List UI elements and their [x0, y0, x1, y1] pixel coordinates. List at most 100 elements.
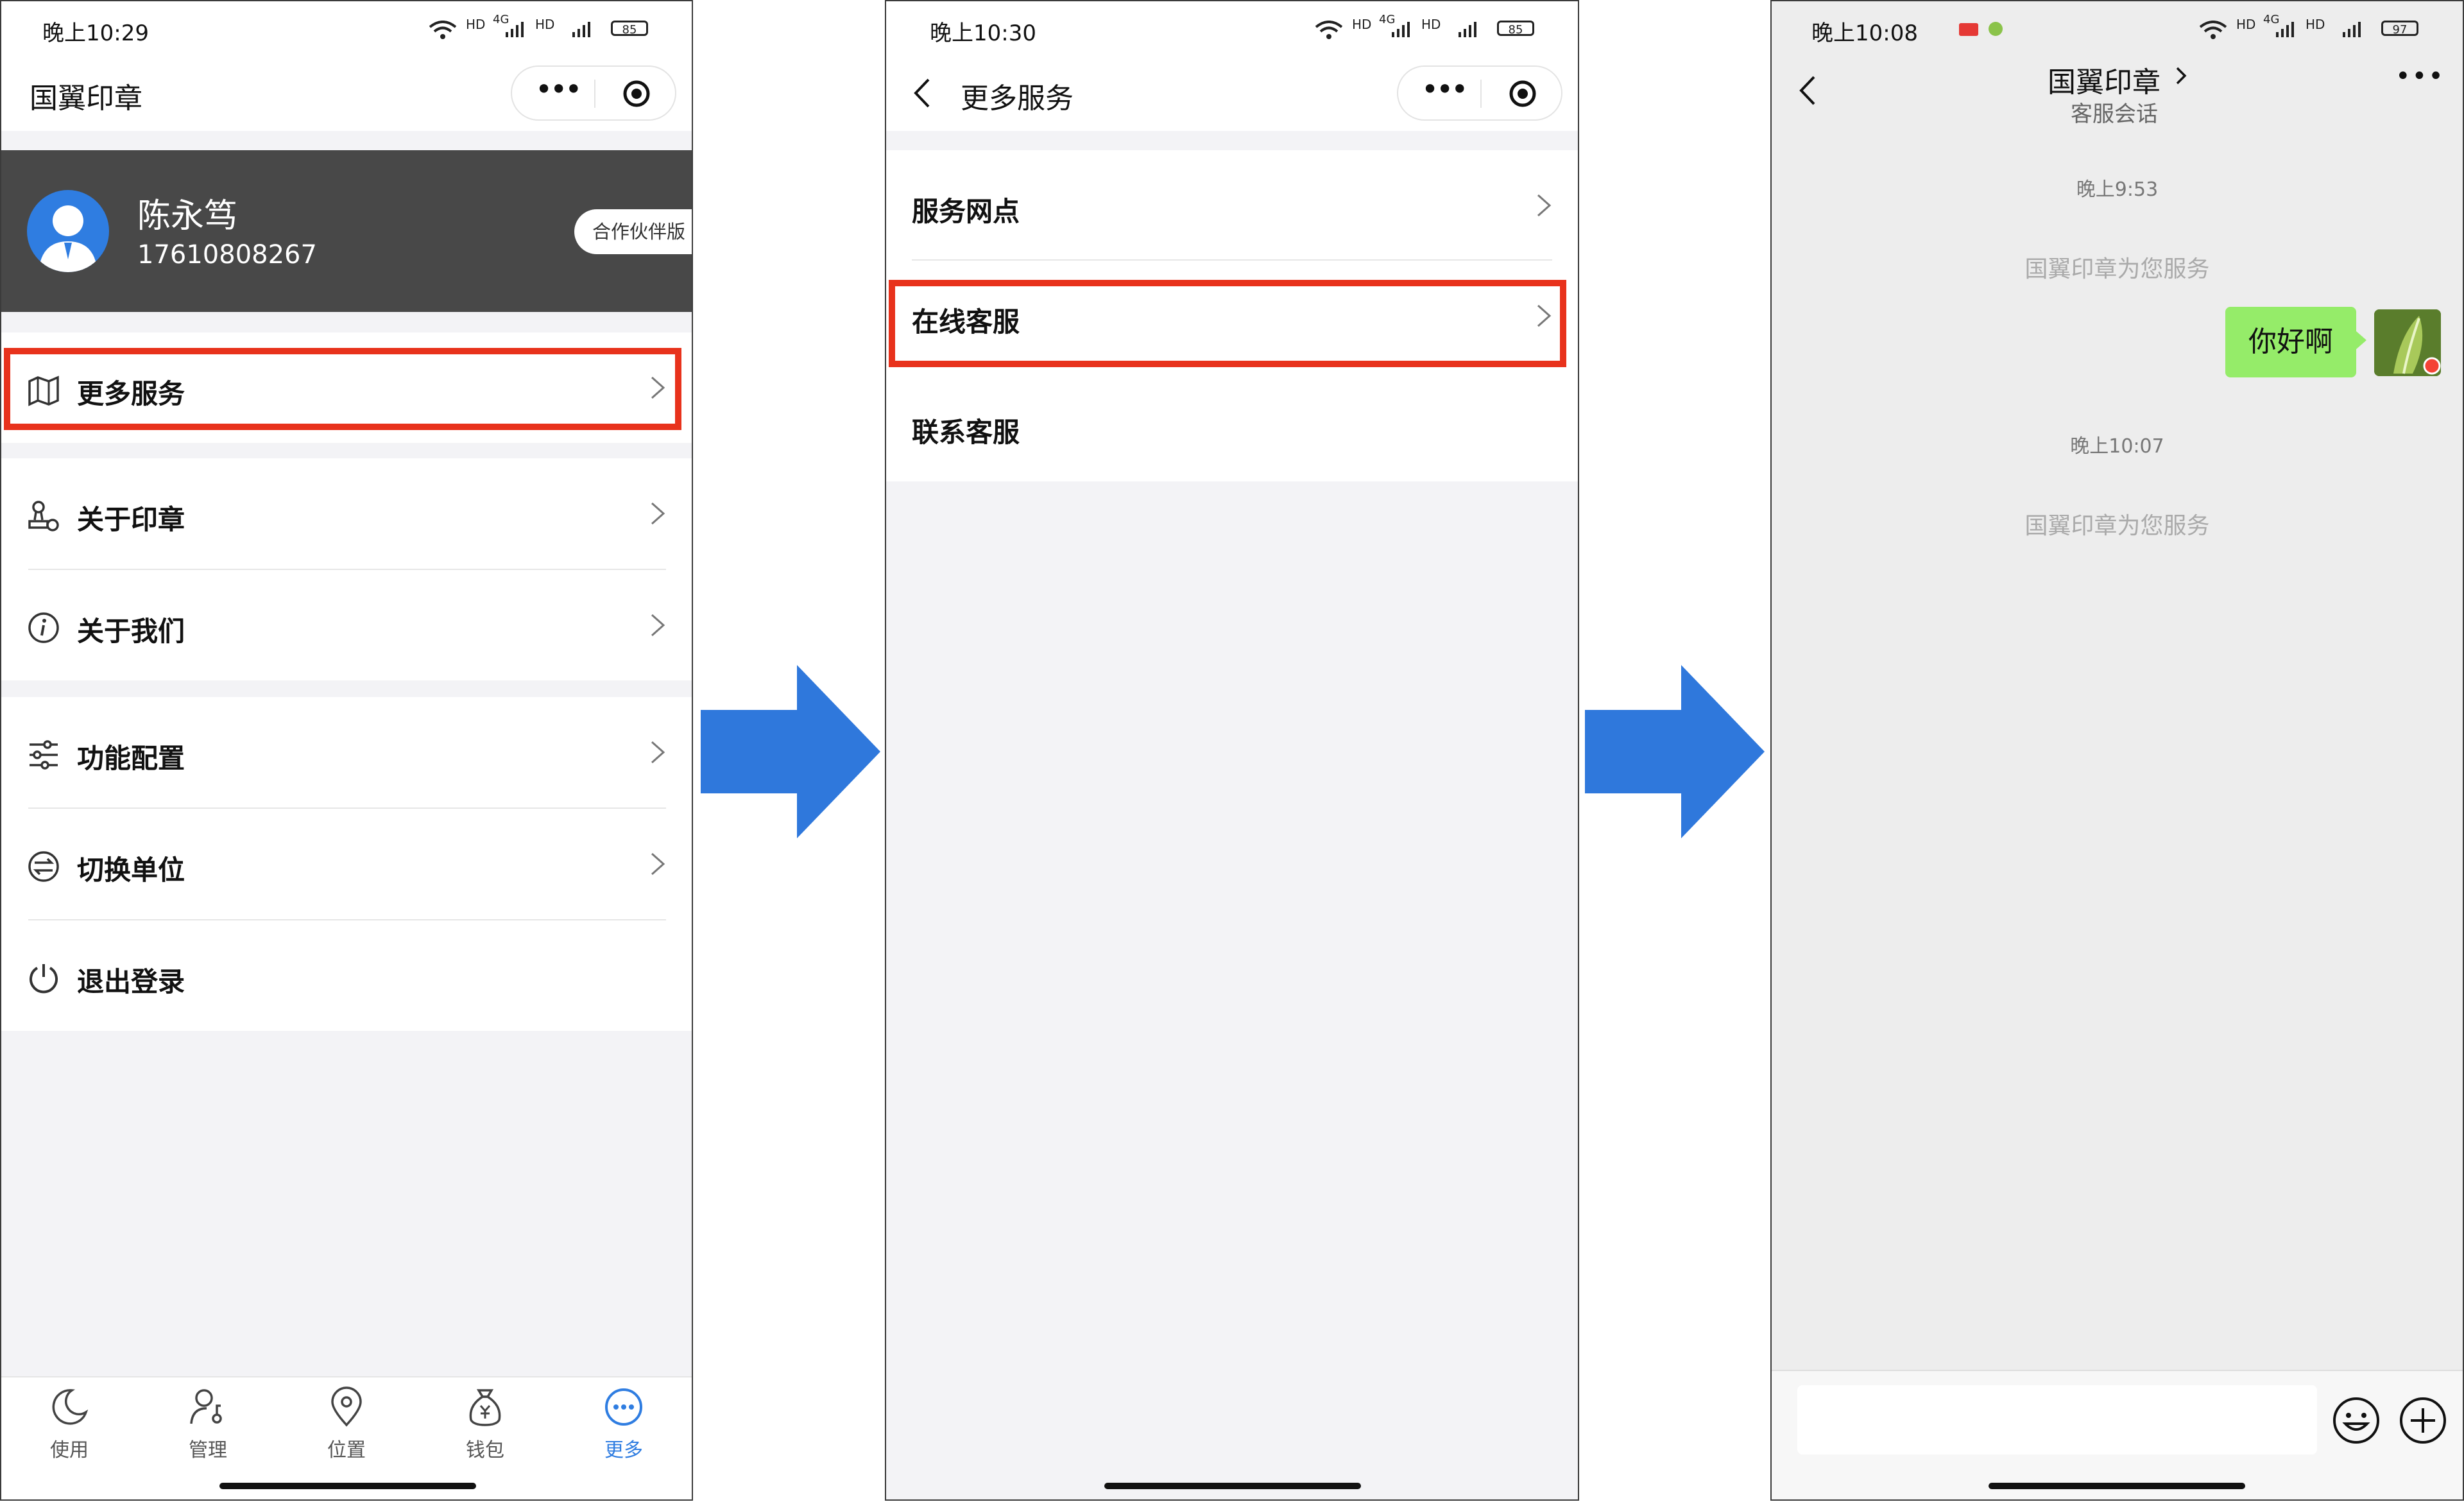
page-title: 国翼印章: [30, 82, 142, 115]
signal-icon: [572, 22, 590, 37]
tab-manage[interactable]: 管理: [169, 1386, 246, 1462]
menu-group-about: 关于印章 关于我们: [1, 458, 692, 680]
battery-indicator: 97: [2381, 21, 2418, 37]
tab-bar: 使用 管理 位置 钱包 更多: [1, 1376, 692, 1499]
list-item-label: 联系客服: [912, 417, 1020, 448]
menu-item-label: 关于我们: [77, 616, 185, 647]
user-phone: 17610808267: [137, 240, 317, 270]
battery-indicator: 85: [611, 21, 648, 37]
arrow-right-icon: [701, 665, 880, 838]
page-title: 更多服务: [961, 82, 1074, 115]
more-options-icon[interactable]: •••: [535, 72, 582, 107]
list-item-label: 服务网点: [912, 196, 1020, 227]
menu-item-logout[interactable]: 退出登录: [1, 920, 692, 1031]
chat-bubble-mine[interactable]: 你好啊: [2225, 307, 2366, 377]
screen-chat: 晚上10:08 HD 4G HD 97 国翼印章 客服会话 ••• 晚上9:53…: [1770, 0, 2464, 1501]
tab-label: 钱包: [466, 1439, 504, 1462]
message-input[interactable]: [1797, 1385, 2317, 1455]
more-icon: [605, 1388, 642, 1426]
user-icon: [38, 205, 98, 272]
list-item-service-outlets[interactable]: 服务网点: [886, 150, 1578, 261]
highlight-box: [4, 348, 681, 430]
menu-item-feature-config[interactable]: 功能配置: [1, 697, 692, 807]
signal-icon: [1392, 22, 1410, 37]
status-time: 晚上10:30: [930, 21, 1036, 46]
more-options-icon[interactable]: •••: [1421, 72, 1468, 107]
message-timestamp: 晚上10:07: [2070, 435, 2164, 458]
tab-use[interactable]: 使用: [31, 1386, 108, 1462]
power-icon: [30, 964, 58, 994]
sliders-icon: [30, 740, 58, 770]
edition-badge[interactable]: 合作伙伴版: [574, 209, 692, 254]
profile-card: 陈永笃 17610808267 合作伙伴版: [1, 150, 692, 312]
list-item-contact-service[interactable]: 联系客服: [886, 371, 1578, 481]
app-notification-icon: [1989, 22, 2003, 36]
nav-bar: 国翼印章 •••: [1, 59, 692, 131]
money-bag-icon: [469, 1389, 501, 1426]
menu-item-label: 切换单位: [77, 854, 185, 886]
avatar: [27, 190, 109, 272]
hd-icon: HD: [1352, 17, 1372, 32]
miniprogram-capsule: •••: [1397, 65, 1562, 121]
app-notification-icon: [1959, 23, 1978, 36]
stamp-icon: [28, 501, 59, 531]
chevron-right-icon: [1537, 194, 1552, 217]
tab-more[interactable]: 更多: [585, 1386, 662, 1462]
chevron-right-icon: [651, 741, 665, 764]
nav-bar: 更多服务 •••: [886, 59, 1578, 131]
arrow-right-icon: [1585, 665, 1765, 838]
status-bar: 晚上10:08 HD 4G HD 97: [1772, 1, 2463, 59]
wifi-icon: [429, 21, 457, 39]
system-message: 国翼印章为您服务: [2024, 513, 2210, 539]
menu-item-switch-unit[interactable]: 切换单位: [1, 809, 692, 919]
tab-location[interactable]: 位置: [308, 1386, 385, 1462]
chevron-right-icon: [2176, 67, 2187, 85]
plus-icon[interactable]: [2398, 1395, 2448, 1446]
moon-icon: [52, 1389, 89, 1425]
wifi-icon: [2199, 21, 2227, 39]
status-time: 晚上10:08: [1811, 21, 1918, 46]
home-indicator: [219, 1483, 476, 1489]
chevron-right-icon: [651, 852, 665, 876]
user-name: 陈永笃: [137, 197, 238, 236]
miniprogram-capsule: •••: [511, 65, 676, 121]
info-icon: [28, 612, 59, 643]
chat-title[interactable]: 国翼印章: [2048, 59, 2160, 100]
menu-item-label: 退出登录: [77, 966, 185, 997]
home-indicator: [1104, 1483, 1361, 1489]
screen-profile-menu: 晚上10:29 HD 4G HD 85 国翼印章 ••• 陈永笃 1761080…: [0, 0, 693, 1501]
chevron-right-icon: [651, 614, 665, 637]
tab-label: 管理: [189, 1439, 227, 1462]
close-target-icon[interactable]: [622, 80, 651, 108]
hd-icon: HD: [1421, 17, 1441, 32]
hd-icon: HD: [2236, 17, 2256, 32]
screen-more-services: 晚上10:30 HD 4G HD 85 更多服务 ••• 服务网点 在线客服 联…: [885, 0, 1579, 1501]
more-options-icon[interactable]: •••: [2395, 62, 2445, 91]
chat-input-bar: [1772, 1370, 2463, 1499]
signal-icon: [2276, 22, 2294, 37]
back-icon[interactable]: [911, 77, 934, 109]
chat-header: 国翼印章 客服会话 •••: [1772, 59, 2463, 136]
tab-wallet[interactable]: 钱包: [447, 1386, 524, 1462]
signal-icon: [1459, 22, 1476, 37]
menu-group-settings: 功能配置 切换单位 退出登录: [1, 697, 692, 1031]
hd-icon: HD: [2306, 17, 2325, 32]
back-icon[interactable]: [1796, 74, 1819, 107]
signal-icon: [2343, 22, 2361, 37]
home-indicator: [1989, 1483, 2245, 1489]
close-target-icon[interactable]: [1509, 80, 1537, 108]
emoji-icon[interactable]: [2331, 1395, 2381, 1446]
tab-label: 使用: [50, 1439, 89, 1462]
switch-icon: [28, 851, 59, 882]
status-bar: 晚上10:29 HD 4G HD 85: [1, 1, 692, 59]
hd-icon: HD: [535, 17, 555, 32]
highlight-box: [889, 280, 1566, 367]
hd-icon: HD: [466, 17, 486, 32]
menu-item-about-us[interactable]: 关于我们: [1, 570, 692, 680]
menu-item-label: 关于印章: [77, 504, 185, 535]
avatar[interactable]: [2374, 309, 2441, 376]
wifi-icon: [1315, 21, 1343, 39]
chat-subtitle: 客服会话: [2071, 101, 2158, 127]
status-bar: 晚上10:30 HD 4G HD 85: [886, 1, 1578, 59]
menu-item-about-seal[interactable]: 关于印章: [1, 458, 692, 569]
